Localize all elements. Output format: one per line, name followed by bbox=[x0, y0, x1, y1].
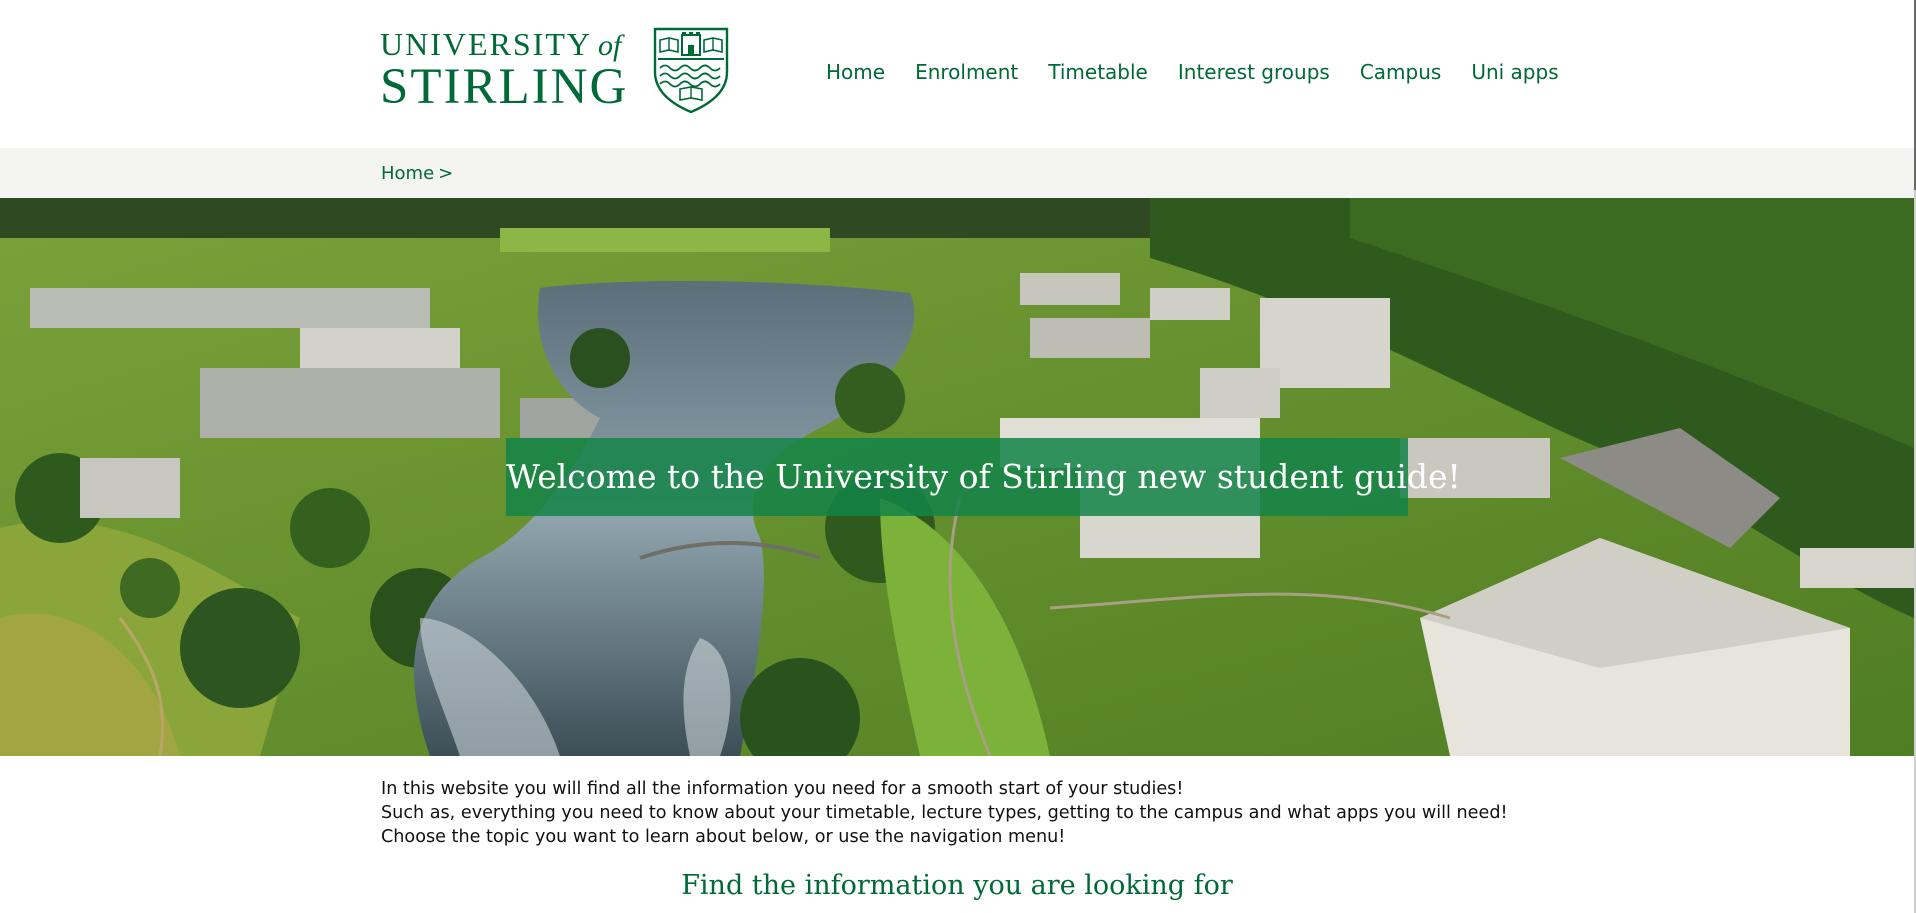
hero-title: Welcome to the University of Stirling ne… bbox=[506, 457, 1461, 496]
nav-home[interactable]: Home bbox=[826, 58, 885, 86]
intro-line-1: In this website you will find all the in… bbox=[381, 779, 1184, 799]
breadcrumb-home-link[interactable]: Home bbox=[381, 163, 434, 184]
breadcrumb-separator: > bbox=[438, 163, 454, 184]
hero-section: Welcome to the University of Stirling ne… bbox=[0, 198, 1914, 756]
breadcrumb: Home > bbox=[381, 162, 453, 186]
nav-timetable[interactable]: Timetable bbox=[1048, 58, 1148, 86]
main-navigation: Home Enrolment Timetable Interest groups… bbox=[826, 58, 1589, 86]
intro-text: In this website you will find all the in… bbox=[381, 777, 1541, 849]
logo-of-text: of bbox=[597, 29, 622, 62]
page: UNIVERSITY of STIRLING Home Enrolment Ti… bbox=[0, 0, 1916, 913]
section-heading: Find the information you are looking for bbox=[681, 870, 1233, 901]
university-crest-icon bbox=[653, 27, 729, 114]
intro-line-2: Such as, everything you need to know abo… bbox=[381, 803, 1508, 823]
intro-line-3: Choose the topic you want to learn about… bbox=[381, 827, 1066, 847]
nav-uni-apps[interactable]: Uni apps bbox=[1471, 58, 1558, 86]
logo-university-text: UNIVERSITY bbox=[380, 26, 592, 62]
breadcrumb-bar: Home > bbox=[0, 148, 1914, 198]
university-logo[interactable]: UNIVERSITY of STIRLING bbox=[380, 26, 730, 116]
nav-campus[interactable]: Campus bbox=[1360, 58, 1442, 86]
site-header: UNIVERSITY of STIRLING Home Enrolment Ti… bbox=[0, 0, 1914, 148]
logo-stirling-text: STIRLING bbox=[380, 59, 629, 115]
hero-welcome-banner: Welcome to the University of Stirling ne… bbox=[506, 438, 1461, 516]
nav-interest-groups[interactable]: Interest groups bbox=[1178, 58, 1330, 86]
nav-enrolment[interactable]: Enrolment bbox=[915, 58, 1018, 86]
